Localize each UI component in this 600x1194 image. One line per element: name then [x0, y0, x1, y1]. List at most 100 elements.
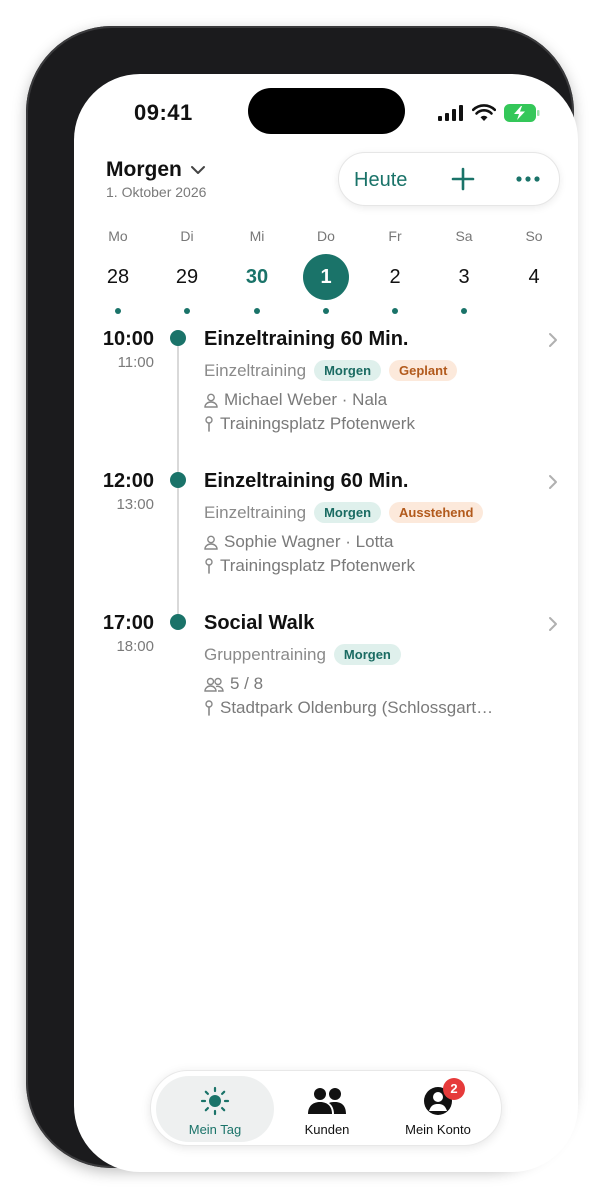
- weekday-label: Fr: [388, 228, 402, 244]
- chevron-right-icon: [549, 475, 557, 489]
- day-number-selected: 1: [303, 254, 349, 300]
- weekday-label: Sa: [455, 228, 473, 244]
- day-number: 29: [175, 266, 199, 288]
- event-indicator-dot: [115, 308, 121, 314]
- pin-icon: [205, 416, 213, 432]
- day-number-today: 30: [245, 266, 269, 288]
- status-time: 09:41: [134, 100, 193, 125]
- event-client: Michael Weber · Nala: [224, 390, 388, 409]
- weekday-label: Do: [317, 228, 335, 244]
- day-so[interactable]: So 4: [504, 228, 564, 300]
- event-title: Einzeltraining 60 Min.: [204, 470, 409, 492]
- notification-badge: 2: [443, 1078, 465, 1100]
- tab-mein-tag[interactable]: Mein Tag: [156, 1076, 274, 1142]
- event-type: Einzeltraining: [204, 360, 307, 380]
- event-meta-row: Gruppentraining Morgen: [204, 644, 401, 665]
- pin-icon: [205, 558, 213, 574]
- tab-label: Mein Tag: [188, 1122, 242, 1137]
- timeline-dot: [170, 472, 186, 488]
- person-icon: [204, 535, 218, 550]
- event-client: Sophie Wagner · Lotta: [224, 532, 394, 551]
- event-indicator-dot: [392, 308, 398, 314]
- event-start-time: 12:00: [102, 470, 154, 492]
- header-action-pill: Heute: [338, 152, 560, 206]
- day-di[interactable]: Di 29: [157, 228, 217, 314]
- week-strip: Mo 28 Di 29 Mi 30 Do 1 Fr 2 Sa 3 So 4: [82, 228, 570, 314]
- tab-label: Kunden: [304, 1122, 350, 1137]
- day-number: 3: [458, 266, 470, 288]
- tab-kunden[interactable]: Kunden: [268, 1076, 386, 1142]
- event-indicator-dot: [254, 308, 260, 314]
- day-number: 4: [528, 266, 540, 288]
- event-participants: 5 / 8: [230, 674, 264, 693]
- day-sa[interactable]: Sa 3: [434, 228, 494, 314]
- event-type: Einzeltraining: [204, 502, 307, 522]
- day-badge: Morgen: [314, 360, 382, 381]
- today-button[interactable]: Heute: [354, 169, 407, 192]
- day-selector[interactable]: Morgen: [106, 158, 206, 182]
- day-badge: Morgen: [333, 644, 401, 665]
- chevron-right-icon: [549, 617, 557, 631]
- day-do[interactable]: Do 1: [296, 228, 356, 314]
- wifi-icon: [472, 104, 496, 121]
- timeline-dot: [170, 330, 186, 346]
- day-mi[interactable]: Mi 30: [227, 228, 287, 314]
- event-type: Gruppentraining: [204, 644, 326, 664]
- status-badge: Geplant: [389, 360, 458, 381]
- add-icon[interactable]: [449, 165, 477, 193]
- people-icon: [308, 1088, 346, 1114]
- event-client-row: Sophie Wagner · Lotta: [204, 532, 393, 552]
- dynamic-island: [248, 88, 405, 134]
- event-location: Stadtpark Oldenburg (Schlossgart…: [220, 698, 494, 717]
- event-location-row: Trainingsplatz Pfotenwerk: [204, 414, 415, 434]
- person-icon: [204, 393, 218, 408]
- event-client-row: Michael Weber · Nala: [204, 390, 387, 410]
- event-location-row: Stadtpark Oldenburg (Schlossgart…: [204, 698, 493, 718]
- weekday-label: Mo: [108, 228, 128, 244]
- pin-icon: [205, 700, 213, 716]
- status-badge: Ausstehend: [389, 502, 484, 523]
- phone-screen: 09:41 Morgen 1. Oktober 2026 Heute Mo 28…: [74, 74, 578, 1172]
- page-subtitle-date: 1. Oktober 2026: [106, 184, 207, 200]
- chevron-down-icon: [190, 166, 205, 174]
- chevron-right-icon: [549, 333, 557, 347]
- event-indicator-dot: [184, 308, 190, 314]
- tab-bar: Mein Tag Kunden 2 Mein Konto: [150, 1070, 502, 1146]
- signal-icon: [438, 105, 463, 121]
- sun-icon: [200, 1086, 230, 1116]
- weekday-label: Mi: [249, 228, 265, 244]
- day-badge: Morgen: [314, 502, 382, 523]
- event-location: Trainingsplatz Pfotenwerk: [220, 556, 415, 575]
- event-card[interactable]: 12:00 13:00 Einzeltraining 60 Min. Einze…: [74, 470, 578, 600]
- timeline-dot: [170, 614, 186, 630]
- tab-mein-konto[interactable]: 2 Mein Konto: [379, 1076, 497, 1142]
- weekday-label: So: [525, 228, 543, 244]
- event-indicator-dot: [323, 308, 329, 314]
- event-participants-row: 5 / 8: [204, 674, 263, 694]
- event-card[interactable]: 10:00 11:00 Einzeltraining 60 Min. Einze…: [74, 328, 578, 458]
- day-fr[interactable]: Fr 2: [365, 228, 425, 314]
- day-number: 2: [389, 266, 401, 288]
- event-start-time: 17:00: [102, 612, 154, 634]
- event-meta-row: Einzeltraining Morgen Geplant: [204, 360, 458, 381]
- more-icon[interactable]: [515, 175, 541, 183]
- event-title: Social Walk: [204, 612, 315, 634]
- weekday-label: Di: [180, 228, 194, 244]
- event-title: Einzeltraining 60 Min.: [204, 328, 409, 350]
- phone-frame: 09:41 Morgen 1. Oktober 2026 Heute Mo 28…: [26, 26, 578, 1172]
- battery-charging-icon: [504, 104, 540, 122]
- event-card[interactable]: 17:00 18:00 Social Walk Gruppentraining …: [74, 612, 578, 742]
- event-location: Trainingsplatz Pfotenwerk: [220, 414, 415, 433]
- day-mo[interactable]: Mo 28: [88, 228, 148, 314]
- day-number: 28: [106, 266, 130, 288]
- event-meta-row: Einzeltraining Morgen Ausstehend: [204, 502, 484, 523]
- status-icons: [438, 104, 540, 122]
- event-end-time: 11:00: [117, 354, 154, 371]
- event-end-time: 18:00: [116, 638, 154, 655]
- group-icon: [204, 677, 224, 692]
- event-indicator-dot: [461, 308, 467, 314]
- event-end-time: 13:00: [116, 496, 154, 513]
- event-location-row: Trainingsplatz Pfotenwerk: [204, 556, 415, 576]
- tab-label: Mein Konto: [405, 1122, 471, 1137]
- event-start-time: 10:00: [102, 328, 154, 350]
